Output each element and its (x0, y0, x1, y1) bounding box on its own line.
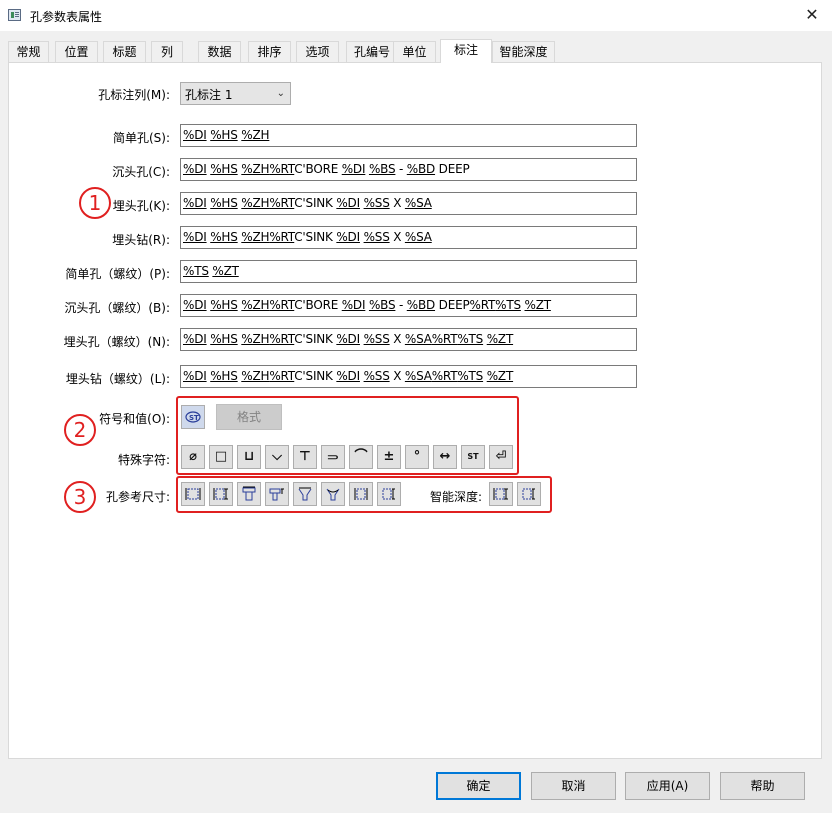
cancel-button[interactable]: 取消 (531, 772, 616, 800)
help-button[interactable]: 帮助 (720, 772, 805, 800)
tab-hole-number[interactable]: 孔编号 (346, 41, 398, 62)
hole-tag-column-value: 孔标注 1 (185, 88, 233, 102)
app-icon (8, 9, 21, 21)
callout-2-box (176, 396, 519, 475)
tab-units[interactable]: 单位 (393, 41, 436, 62)
countersink-drill-label: 埋头钻(R): (112, 233, 170, 247)
tab-data[interactable]: 数据 (198, 41, 241, 62)
simple-hole-field[interactable]: %DI %HS %ZH (180, 124, 637, 147)
tab-smart-depth[interactable]: 智能深度 (492, 41, 555, 62)
tab-general[interactable]: 常规 (8, 41, 49, 62)
counterbore-thread-field[interactable]: %DI %HS %ZH%RTC'BORE %DI %BS - %BD DEEP%… (180, 294, 637, 317)
callout-1: 1 (79, 187, 111, 219)
counterbore-field[interactable]: %DI %HS %ZH%RTC'BORE %DI %BS - %BD DEEP (180, 158, 637, 181)
countersink-drill-thread-label: 埋头钻（螺纹）(L): (65, 372, 170, 386)
simple-hole-label: 简单孔(S): (112, 131, 170, 145)
hole-ref-label: 孔参考尺寸: (105, 490, 170, 504)
counterbore-label: 沉头孔(C): (112, 165, 170, 179)
chevron-down-icon: ⌄ (276, 88, 285, 99)
counterbore-thread-label: 沉头孔（螺纹）(B): (64, 301, 170, 315)
countersink-thread-field[interactable]: %DI %HS %ZH%RTC'SINK %DI %SS X %SA%RT%TS… (180, 328, 637, 351)
window-title: 孔参数表属性 (30, 10, 103, 24)
callout-3-box (176, 476, 552, 513)
countersink-field[interactable]: %DI %HS %ZH%RTC'SINK %DI %SS X %SA (180, 192, 637, 215)
hole-tag-column-label: 孔标注列(M): (98, 88, 170, 102)
ok-button[interactable]: 确定 (436, 772, 521, 800)
special-chars-label: 特殊字符: (117, 453, 170, 467)
tab-annotation[interactable]: 标注 (440, 39, 492, 63)
countersink-drill-thread-field[interactable]: %DI %HS %ZH%RTC'SINK %DI %SS X %SA%RT%TS… (180, 365, 637, 388)
countersink-drill-field[interactable]: %DI %HS %ZH%RTC'SINK %DI %SS X %SA (180, 226, 637, 249)
close-button[interactable]: ✕ (800, 4, 824, 26)
symbols-label: 符号和值(O): (99, 412, 170, 426)
tab-position[interactable]: 位置 (55, 41, 98, 62)
hole-tag-column-select[interactable]: 孔标注 1 ⌄ (180, 82, 291, 105)
callout-2: 2 (64, 414, 96, 446)
title-bar: 孔参数表属性 ✕ (0, 0, 832, 31)
tab-column[interactable]: 列 (151, 41, 183, 62)
tab-sort[interactable]: 排序 (248, 41, 291, 62)
apply-button[interactable]: 应用(A) (625, 772, 710, 800)
simple-hole-thread-label: 简单孔（螺纹）(P): (65, 267, 170, 281)
simple-hole-thread-field[interactable]: %TS %ZT (180, 260, 637, 283)
countersink-thread-label: 埋头孔（螺纹）(N): (63, 335, 170, 349)
tab-options[interactable]: 选项 (296, 41, 339, 62)
countersink-label: 埋头孔(K): (112, 199, 170, 213)
tab-title[interactable]: 标题 (103, 41, 146, 62)
callout-3: 3 (64, 481, 96, 513)
